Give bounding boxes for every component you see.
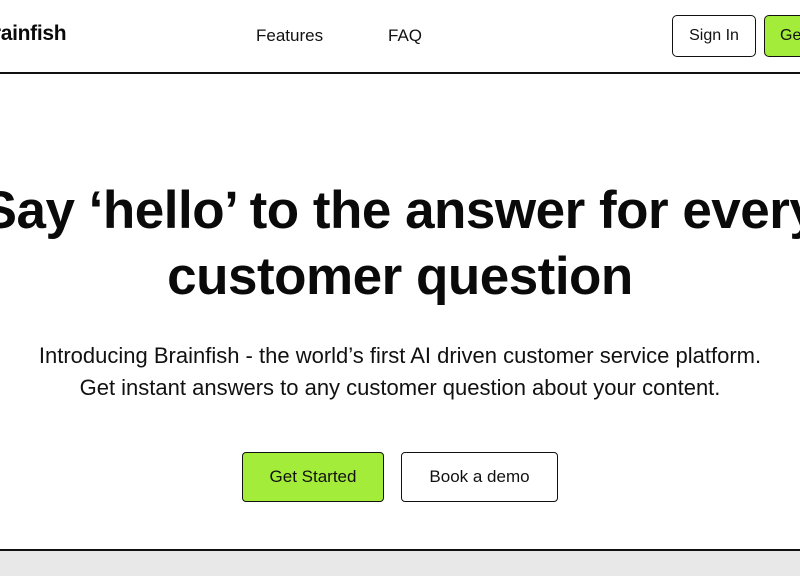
hero-subtitle-line-1: Introducing Brainfish - the world’s firs… [38,343,762,368]
get-started-button[interactable]: Get Started [242,452,384,502]
hero-title-line-2: customer question [167,247,633,306]
hero-title-line-1: Say ‘hello’ to the answer for every [0,181,800,240]
brand-logo[interactable]: Brainfish [0,22,67,46]
book-demo-button[interactable]: Book a demo [401,452,558,502]
hero-subtitle-line-2: Get instant answers to any customer ques… [79,375,721,400]
landing-page: Brainfish Features FAQ Sign In Get Start… [0,0,800,576]
hero-title: Say ‘hello’ to the answer for every cust… [0,178,800,310]
header-get-started-button[interactable]: Get Started [764,15,800,57]
sign-in-button[interactable]: Sign In [672,15,756,57]
nav-link-features[interactable]: Features [256,26,323,46]
hero-subtitle: Introducing Brainfish - the world’s firs… [0,340,800,404]
nav-link-faq[interactable]: FAQ [388,26,422,46]
next-section-strip [0,549,800,576]
site-header: Brainfish Features FAQ Sign In Get Start… [0,0,800,74]
